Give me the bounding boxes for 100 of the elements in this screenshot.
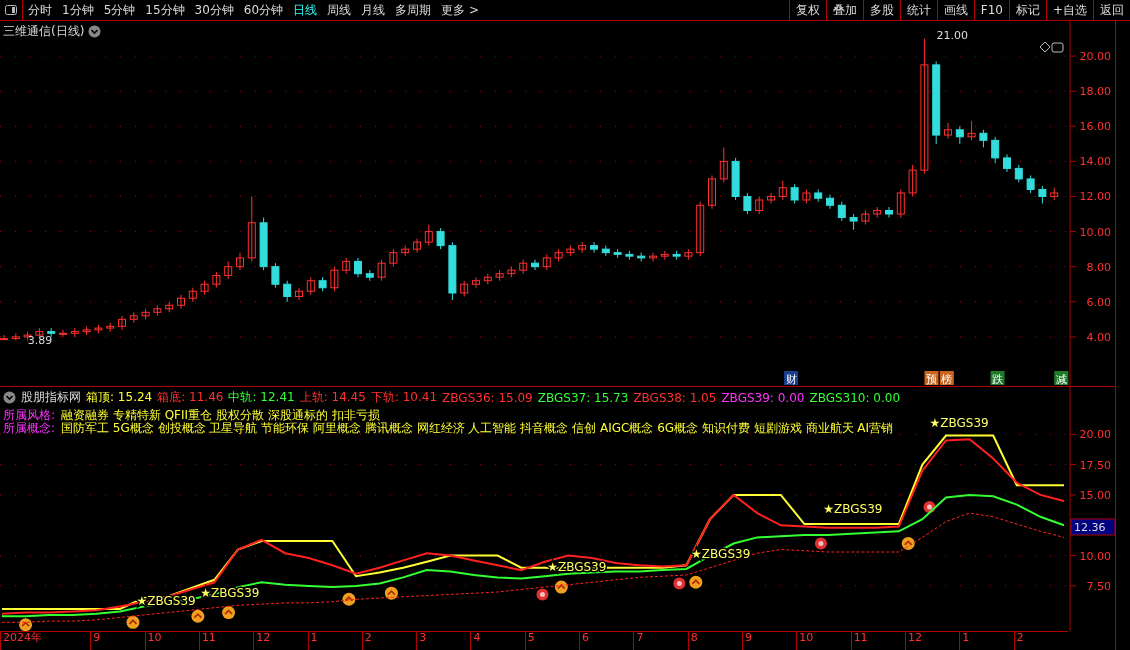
- candlestick: [118, 315, 126, 331]
- candlestick: [342, 257, 351, 275]
- candlestick: [991, 136, 1000, 164]
- candlestick: [896, 188, 905, 219]
- month-label: 1: [307, 632, 362, 650]
- panel-toggle-icon[interactable]: [5, 5, 17, 15]
- month-label: 11: [198, 632, 254, 650]
- candlestick: [625, 250, 634, 261]
- axis-label: 15.00: [1079, 488, 1111, 502]
- indicator-readout: ZBGS310: 0.00: [809, 390, 901, 405]
- diamond-icon: [1039, 41, 1051, 53]
- toolbar-button[interactable]: 返回: [1093, 0, 1130, 20]
- candlestick: [59, 329, 67, 338]
- dropdown-icon[interactable]: [3, 391, 16, 404]
- event-tag: 榜: [939, 371, 954, 386]
- candlestick: [106, 322, 115, 333]
- axis-label: 7.50: [1086, 579, 1111, 593]
- candlestick: [165, 301, 174, 313]
- candlestick: [849, 213, 858, 231]
- candlestick: [1014, 164, 1023, 183]
- axis-label: 4.00: [1086, 330, 1111, 344]
- month-label: 10: [796, 632, 851, 650]
- toolbar-button[interactable]: 标记: [1008, 0, 1046, 20]
- current-value-tag: 12.36: [1070, 518, 1115, 536]
- axis-label: 10.00: [1079, 549, 1111, 563]
- period-tab[interactable]: 周线: [322, 0, 357, 20]
- dropdown-icon[interactable]: [88, 25, 102, 38]
- candlestick: [129, 311, 138, 324]
- month-label: 12: [904, 632, 960, 650]
- event-tag: 财: [784, 371, 799, 386]
- candlestick: [377, 259, 386, 282]
- month-label: 4: [470, 632, 525, 650]
- axis-label: 20.00: [1079, 428, 1111, 442]
- toolbar-button[interactable]: 多股: [862, 0, 900, 20]
- buy-signal-icon: [689, 575, 703, 589]
- candlestick: [613, 248, 622, 259]
- candlestick: [82, 325, 91, 336]
- candlestick: [837, 201, 846, 222]
- period-tab[interactable]: 60分钟: [238, 0, 289, 20]
- candlestick: [731, 157, 740, 201]
- indicator-readout: ZBGS38: 1.05: [633, 390, 717, 405]
- candlestick: [177, 294, 185, 310]
- candlestick: [955, 125, 964, 145]
- candlestick: [1003, 153, 1011, 173]
- candlestick: [519, 259, 528, 275]
- indicator-readout: ZBGS39: 0.00: [721, 390, 805, 405]
- candlestick: [448, 241, 457, 301]
- toolbar-button[interactable]: +自选: [1045, 0, 1093, 20]
- period-tab[interactable]: 30分钟: [189, 0, 239, 20]
- window-toggle-icon[interactable]: [1051, 42, 1064, 53]
- buy-signal-icon: [342, 592, 356, 606]
- candlestick: [389, 248, 398, 268]
- period-tab[interactable]: 15分钟: [140, 0, 190, 20]
- month-label: 12: [253, 632, 308, 650]
- sell-signal-icon: [536, 588, 549, 601]
- candlestick: [283, 280, 292, 303]
- toolbar-button[interactable]: 复权: [788, 0, 826, 20]
- candlestick: [696, 201, 705, 257]
- axis-label: 16.00: [1079, 120, 1111, 134]
- candlestick: [802, 188, 811, 204]
- candlestick: [967, 120, 976, 141]
- month-label: 9: [90, 632, 145, 650]
- toolbar-button[interactable]: F10: [973, 0, 1009, 20]
- period-tab[interactable]: 1分钟: [57, 0, 99, 20]
- month-label: 10: [144, 632, 199, 650]
- indicator-readout: 上轨: 14.45: [299, 389, 366, 406]
- period-tab[interactable]: 分时: [23, 0, 57, 20]
- period-tab[interactable]: 多周期: [390, 0, 437, 20]
- candlestick: [660, 250, 669, 261]
- price-label: 3.89: [27, 334, 53, 348]
- candlestick: [11, 332, 20, 341]
- axis-label: 17.50: [1079, 458, 1111, 472]
- period-tab[interactable]: 日线: [288, 0, 323, 20]
- month-label: 11: [850, 632, 905, 650]
- candlestick: [684, 248, 693, 261]
- toolbar-button[interactable]: 叠加: [825, 0, 863, 20]
- candlestick: [637, 252, 646, 262]
- info-value: 融资融券 专精特新 QFII重仓 股权分散 深股通标的 扣非亏损: [61, 409, 380, 422]
- sell-signal-icon: [814, 537, 827, 550]
- candlestick: [70, 327, 79, 338]
- period-tab[interactable]: 5分钟: [98, 0, 141, 20]
- info-label: 所属概念:: [3, 422, 56, 435]
- candlestick: [460, 280, 469, 297]
- candlestick: [200, 280, 209, 296]
- period-tab[interactable]: 月线: [356, 0, 391, 20]
- axis-label: 18.00: [1079, 85, 1111, 99]
- sell-signal-icon: [923, 501, 936, 514]
- candlestick: [436, 227, 445, 250]
- candlestick: [814, 188, 823, 203]
- candlestick: [885, 206, 893, 219]
- month-label: 2: [361, 632, 417, 650]
- candlestick: [566, 245, 575, 257]
- toolbar-button[interactable]: 画线: [936, 0, 974, 20]
- event-tag: 预: [924, 371, 939, 386]
- candlestick: [153, 304, 162, 317]
- month-label: 7: [633, 632, 688, 650]
- indicator-readout: ZBGS36: 15.09: [442, 390, 533, 405]
- candlestick: [743, 192, 752, 215]
- toolbar-button[interactable]: 统计: [899, 0, 937, 20]
- period-tab[interactable]: 更多 >: [436, 0, 484, 20]
